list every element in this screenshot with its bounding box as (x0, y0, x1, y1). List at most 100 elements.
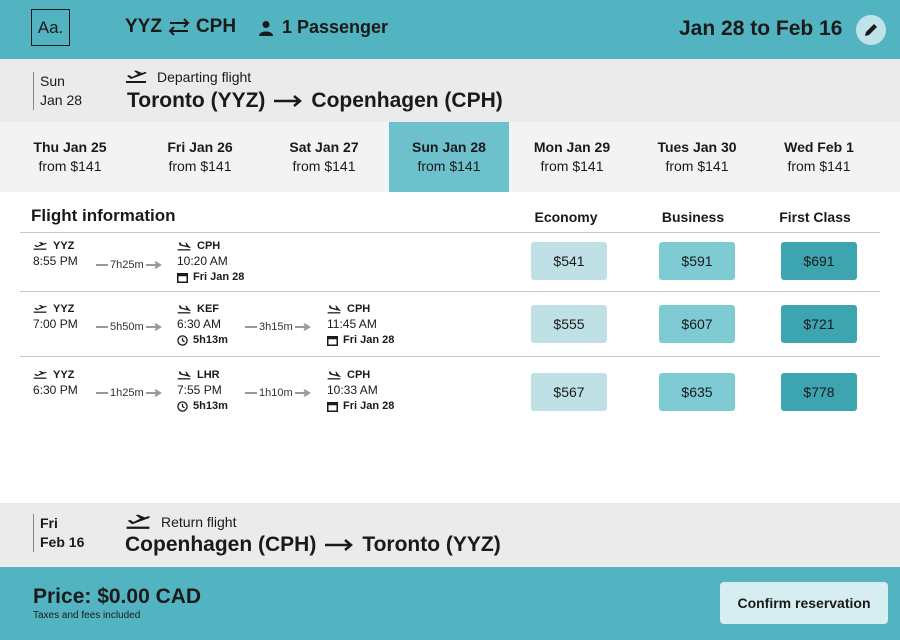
arrival-date-text: Fri Jan 28 (193, 271, 245, 283)
day-tab-date: Tues Jan 30 (657, 139, 737, 155)
total-price: Price: $0.00 CAD (33, 585, 202, 608)
arrival-date: Fri Jan 28 (327, 400, 394, 412)
layover-duration-text: 5h13m (193, 400, 228, 412)
business-price-button[interactable]: $607 (659, 305, 735, 343)
day-tab[interactable]: Fri Jan 26 from $141 (140, 122, 260, 192)
departing-weekday: Sun (40, 73, 65, 89)
layover-code: KEF (197, 303, 219, 315)
first-class-price-button[interactable]: $778 (781, 373, 857, 411)
day-tab-date: Fri Jan 26 (167, 139, 233, 155)
layover-code: LHR (197, 369, 220, 381)
leg-duration: 5h50m (96, 321, 162, 333)
landing-icon (177, 242, 191, 251)
top-bar: Aa. YYZ CPH 1 Passenger Jan 28 to Feb 16 (0, 0, 900, 59)
business-price-button[interactable]: $591 (659, 242, 735, 280)
day-tab-date: Thu Jan 25 (33, 139, 107, 155)
leg-duration: 1h25m (96, 387, 162, 399)
leg-duration-text: 7h25m (110, 259, 144, 271)
takeoff-icon (126, 70, 147, 83)
day-tab[interactable]: Tues Jan 30 from $141 (637, 122, 757, 192)
arrow-right-icon (325, 539, 354, 551)
day-tab[interactable]: Sat Jan 27 from $141 (264, 122, 384, 192)
trip-date-range: Jan 28 to Feb 16 (679, 17, 843, 40)
day-tab[interactable]: Mon Jan 29 from $141 (512, 122, 632, 192)
first-class-price-button[interactable]: $721 (781, 305, 857, 343)
landing-icon (327, 305, 341, 314)
clock-icon (177, 334, 188, 346)
arrival-stop: CPH 10:33 AM Fri Jan 28 (327, 369, 394, 412)
app-logo[interactable]: Aa. (31, 9, 70, 46)
economy-column-header: Economy (534, 209, 598, 225)
day-tab-date: Wed Feb 1 (784, 139, 854, 155)
return-label: Return flight (125, 514, 236, 530)
return-label-text: Return flight (161, 514, 237, 530)
flight-info-title: Flight information (31, 206, 176, 225)
departure-time: 7:00 PM (33, 317, 78, 331)
departure-code: YYZ (53, 369, 75, 381)
layover-time: 7:55 PM (177, 383, 222, 397)
clock-icon (177, 400, 188, 412)
arrival-code: CPH (347, 303, 371, 315)
leg-duration-text: 5h50m (110, 321, 144, 333)
economy-price-button[interactable]: $567 (531, 373, 607, 411)
destination-code: CPH (195, 16, 237, 37)
leg-duration: 1h10m (245, 387, 311, 399)
arrival-stop: CPH 10:20 AM Fri Jan 28 (177, 240, 244, 283)
layover-time: 6:30 AM (177, 317, 222, 331)
date-selector: Thu Jan 25 from $141 Fri Jan 26 from $14… (0, 122, 900, 192)
leg-duration: 7h25m (96, 259, 162, 271)
business-price-button[interactable]: $635 (659, 373, 735, 411)
confirm-reservation-button[interactable]: Confirm reservation (720, 582, 888, 624)
departure-time: 6:30 PM (33, 383, 78, 397)
layover-duration: 5h13m (177, 334, 228, 346)
leg-duration: 3h15m (245, 321, 311, 333)
leg-duration-text: 3h15m (259, 321, 293, 333)
calendar-icon (177, 272, 188, 283)
return-route: Copenhagen (CPH) Toronto (YYZ) (125, 533, 501, 557)
economy-price-button[interactable]: $541 (531, 242, 607, 280)
arrow-right-icon (294, 323, 311, 331)
departing-label: Departing flight (125, 69, 251, 85)
departing-to: Copenhagen (CPH) (311, 89, 503, 112)
departure-code-wrap: YYZ (33, 369, 78, 381)
return-flight-header: Fri Feb 16 Return flight Copenhagen (CPH… (0, 503, 900, 567)
arrival-code-wrap: CPH (327, 303, 394, 315)
arrival-code-wrap: CPH (327, 369, 394, 381)
day-tab-price: from $141 (787, 158, 851, 174)
day-tab-price: from $141 (417, 158, 481, 174)
arrival-time: 11:45 AM (327, 317, 377, 331)
economy-price-button[interactable]: $555 (531, 305, 607, 343)
swap-arrows-icon (168, 18, 190, 36)
first-class-column-header: First Class (779, 209, 851, 225)
arrival-time: 10:20 AM (177, 254, 228, 268)
passenger-count: 1 Passenger (282, 17, 389, 37)
takeoff-icon (33, 304, 47, 313)
landing-icon (177, 371, 191, 380)
edit-search-button[interactable] (856, 15, 886, 45)
departure-time: 8:55 PM (33, 254, 78, 268)
day-tab[interactable]: Thu Jan 25 from $141 (10, 122, 130, 192)
arrival-date: Fri Jan 28 (327, 334, 394, 346)
passenger-selector[interactable]: 1 Passenger (258, 17, 388, 38)
takeoff-icon (33, 241, 47, 250)
calendar-icon (327, 401, 338, 412)
layover-duration: 5h13m (177, 400, 228, 412)
day-tab-price: from $141 (292, 158, 356, 174)
route-summary[interactable]: YYZ CPH (125, 16, 236, 38)
day-tab[interactable]: Wed Feb 1 from $141 (759, 122, 879, 192)
departing-day: Jan 28 (40, 92, 83, 108)
departure-code-wrap: YYZ (33, 240, 78, 252)
departure-code: YYZ (53, 240, 75, 252)
tax-note: Taxes and fees included (33, 610, 141, 621)
arrival-code-wrap: CPH (177, 240, 244, 252)
arrival-date-text: Fri Jan 28 (343, 334, 395, 346)
departing-label-text: Departing flight (157, 69, 252, 85)
first-class-price-button[interactable]: $691 (781, 242, 857, 280)
day-tab-selected[interactable]: Sun Jan 28 from $141 (389, 122, 509, 192)
departing-from: Toronto (YYZ) (127, 89, 266, 112)
duration-line (245, 326, 257, 328)
departure-stop: YYZ 7:00 PM (33, 303, 78, 331)
arrow-right-icon (145, 261, 162, 269)
arrival-date-text: Fri Jan 28 (343, 400, 395, 412)
landing-icon (327, 371, 341, 380)
